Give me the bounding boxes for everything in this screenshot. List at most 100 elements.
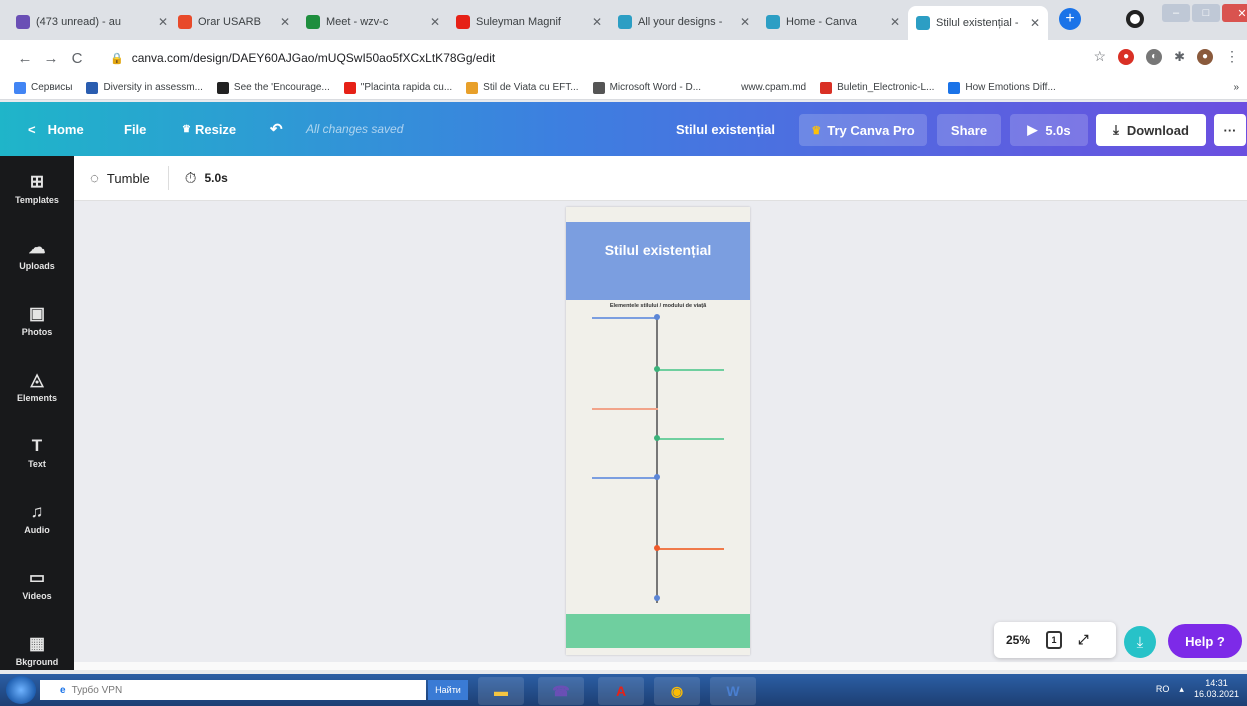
clock[interactable]: 14:31 16.03.2021: [1194, 678, 1239, 700]
language-indicator[interactable]: RO: [1156, 684, 1170, 694]
star-icon[interactable]: ☆: [1094, 48, 1107, 65]
tab-title: Suleyman Magnif: [476, 16, 561, 28]
youtube-icon: [456, 15, 470, 29]
sidebar-item-videos[interactable]: ▭ Videos: [0, 554, 74, 614]
timeline-branch: [658, 369, 724, 371]
browser-tab[interactable]: Stilul existențial - ✕: [908, 6, 1048, 40]
close-icon[interactable]: ✕: [1030, 16, 1040, 30]
help-button[interactable]: Help ?: [1168, 624, 1242, 658]
design-title[interactable]: Stilul existențial: [676, 102, 775, 156]
sidebar-item-photos[interactable]: ▣ Photos: [0, 290, 74, 350]
browser-tab[interactable]: (473 unread) - au ✕: [8, 8, 176, 36]
canva-icon: [916, 16, 930, 30]
back-icon[interactable]: ←: [12, 50, 38, 67]
bookmark-item[interactable]: Microsoft Word - D...: [592, 81, 702, 94]
close-icon[interactable]: ✕: [740, 15, 750, 29]
bookmark-item[interactable]: Buletin_Electronic-L...: [820, 81, 934, 94]
bookmark-item[interactable]: Stil de Viata cu EFT...: [466, 81, 579, 94]
bookmark-item[interactable]: www.cpam.md: [741, 82, 806, 93]
sidebar-item-audio[interactable]: ♫ Audio: [0, 488, 74, 548]
browser-tab[interactable]: All your designs - ✕: [610, 8, 758, 36]
sidebar-item-label: Photos: [21, 326, 53, 337]
tray-arrow-icon[interactable]: ▴: [1179, 684, 1184, 695]
tab-title: Home - Canva: [786, 16, 857, 28]
animation-button[interactable]: ◌ Tumble: [86, 170, 154, 187]
close-icon[interactable]: ✕: [890, 15, 900, 29]
opera-icon: [178, 15, 192, 29]
minimize-button[interactable]: –: [1162, 4, 1190, 22]
horizontal-scrollbar[interactable]: [74, 662, 1247, 670]
puzzle-icon[interactable]: ✱: [1174, 49, 1185, 65]
bookmark-item[interactable]: See the 'Encourage...: [216, 81, 330, 94]
extension-icon[interactable]: ◐: [1146, 48, 1163, 65]
bookmark-label: "Placinta rapida cu...: [360, 82, 453, 93]
zoom-level[interactable]: 25%: [1006, 633, 1030, 647]
reload-icon[interactable]: C: [64, 50, 90, 67]
meet-icon: [306, 15, 320, 29]
crown-icon: ♛: [811, 124, 822, 137]
adblock-icon[interactable]: ●: [1118, 48, 1135, 65]
avatar[interactable]: ●: [1197, 48, 1213, 65]
templates-icon: ⊞: [29, 171, 45, 191]
canva-icon: [618, 15, 632, 29]
try-pro-button[interactable]: ♛ Try Canva Pro: [799, 114, 927, 146]
url-field[interactable]: 🔒 canva.com/design/DAEY60AJGao/mUQSwI50a…: [110, 45, 1010, 71]
sidebar-item-templates[interactable]: ⊞ Templates: [0, 158, 74, 218]
bookmark-item[interactable]: How Emotions Diff...: [948, 81, 1056, 94]
chrome-icon[interactable]: ◉: [654, 677, 700, 705]
close-icon[interactable]: ✕: [592, 15, 602, 29]
close-window-button[interactable]: ✕: [1222, 4, 1247, 22]
bookmark-item[interactable]: Сервисы: [14, 81, 73, 94]
share-button[interactable]: Share: [937, 114, 1001, 146]
close-icon[interactable]: ✕: [280, 15, 290, 29]
sidebar-item-bkground[interactable]: ▦ Bkground: [0, 620, 74, 680]
browser-tab[interactable]: Home - Canva ✕: [758, 8, 908, 36]
sidebar-item-elements[interactable]: ◬ Elements: [0, 356, 74, 416]
page-count-icon[interactable]: 1: [1046, 631, 1063, 649]
start-button[interactable]: [6, 676, 36, 704]
download-button[interactable]: ⤓ Download: [1096, 114, 1206, 146]
new-tab-button[interactable]: +: [1059, 8, 1081, 30]
browser-tab[interactable]: Meet - wzv-c ✕: [298, 8, 448, 36]
tumble-icon: ◌: [90, 169, 99, 187]
file-menu[interactable]: File: [124, 102, 146, 156]
close-icon[interactable]: ✕: [158, 15, 168, 29]
close-icon[interactable]: ✕: [430, 15, 440, 29]
leaf-icon: [466, 81, 479, 94]
fullscreen-icon[interactable]: ⤢: [1078, 632, 1088, 648]
menu-icon[interactable]: ⋮: [1225, 48, 1239, 65]
sidebar-item-text[interactable]: T Text: [0, 422, 74, 482]
bookmark-item[interactable]: Diversity in assessm...: [86, 81, 203, 94]
present-button[interactable]: ▶ 5.0s: [1010, 114, 1088, 146]
text-icon: T: [31, 435, 43, 455]
design-page[interactable]: Stilul existențial Elementele stilului /…: [566, 207, 750, 655]
tab-title: All your designs -: [638, 16, 723, 28]
quick-download-button[interactable]: ⤓: [1124, 626, 1156, 658]
tab-title: Stilul existențial -: [936, 17, 1019, 29]
extensions: ☆ ● ◐ ✱ ● ⋮: [1094, 48, 1239, 65]
browser-tab[interactable]: Orar USARB ✕: [170, 8, 298, 36]
sidebar-item-uploads[interactable]: ☁ Uploads: [0, 224, 74, 284]
taskbar-search[interactable]: e Турбо VPN: [40, 680, 426, 700]
explorer-icon[interactable]: ▬: [478, 677, 524, 705]
undo-icon[interactable]: ↶: [270, 102, 283, 156]
sidebar-item-label: Uploads: [19, 260, 55, 271]
elements-icon: ◬: [30, 369, 44, 389]
duration-button[interactable]: ⏱ 5.0s: [181, 170, 232, 187]
video-icon: ▭: [28, 567, 46, 587]
resize-button[interactable]: ♛ Resize: [182, 102, 236, 156]
browser-tab[interactable]: Suleyman Magnif ✕: [448, 8, 610, 36]
bookmark-label: Сервисы: [31, 82, 73, 93]
search-go-button[interactable]: Найти: [428, 680, 468, 700]
bookmark-item[interactable]: "Placinta rapida cu...: [343, 81, 453, 94]
forward-icon[interactable]: →: [38, 50, 64, 67]
acrobat-icon[interactable]: A: [598, 677, 644, 705]
home-button[interactable]: < Home: [28, 102, 84, 156]
bookmark-label: Microsoft Word - D...: [609, 82, 702, 93]
bookmarks-more[interactable]: »: [1233, 82, 1239, 93]
word-icon[interactable]: W: [710, 677, 756, 705]
viber-icon[interactable]: ☎: [538, 677, 584, 705]
profile-icon[interactable]: [1126, 10, 1144, 28]
maximize-button[interactable]: □: [1192, 4, 1220, 22]
more-options-button[interactable]: ···: [1214, 114, 1246, 146]
